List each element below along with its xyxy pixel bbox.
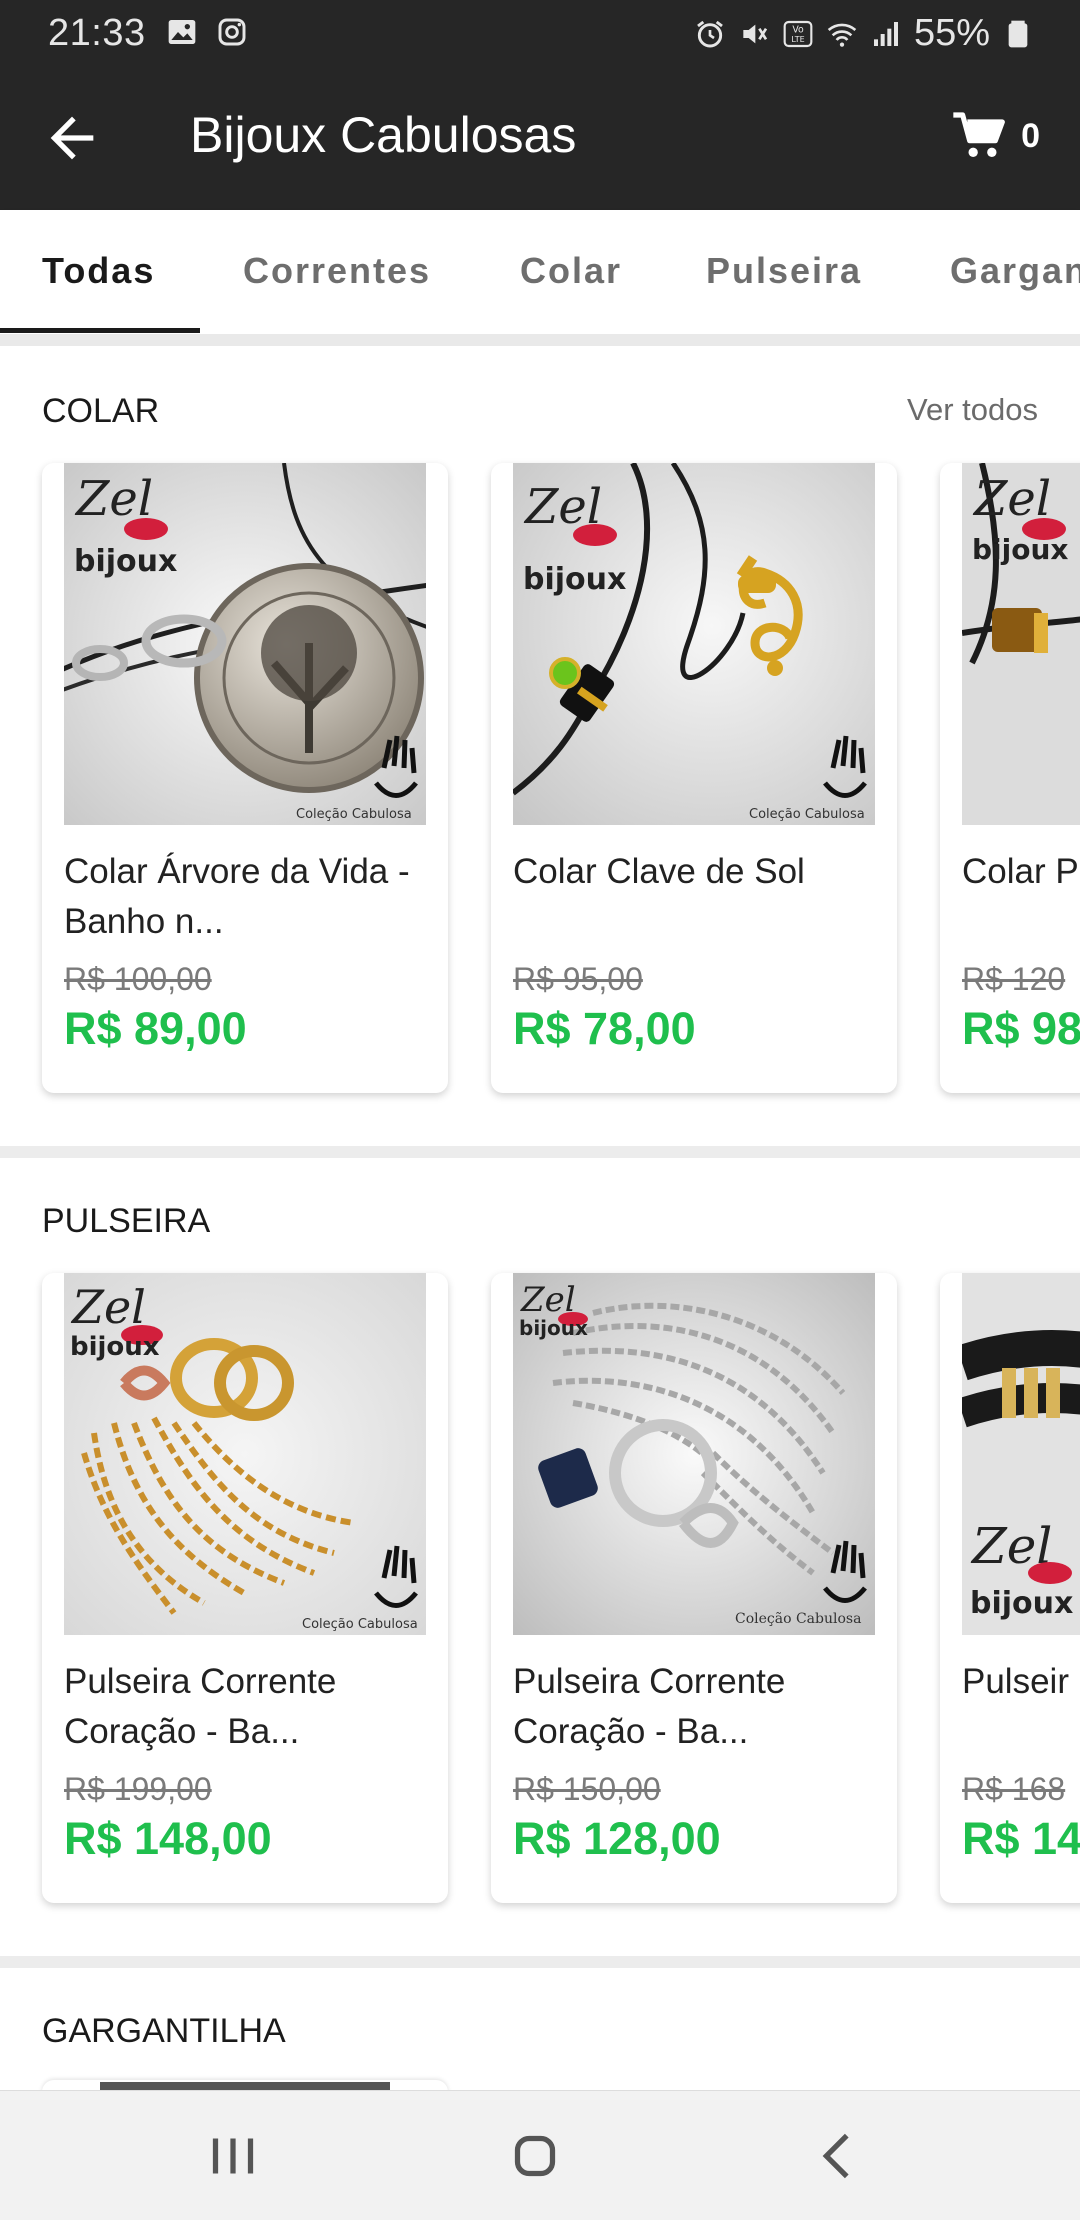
- battery-percent: 55%: [913, 12, 990, 54]
- product-price: R$ 128,00: [513, 1813, 721, 1864]
- app-bar: Bijoux Cabulosas 0: [0, 66, 1080, 210]
- status-right: Vo LTE 55%: [694, 12, 1034, 55]
- back-button[interactable]: [40, 106, 104, 170]
- tab-pulseira[interactable]: Pulseira: [706, 250, 862, 292]
- see-all-colar-link[interactable]: Ver todos: [907, 392, 1038, 428]
- status-bar: 21:33 Vo LTE 55%: [0, 0, 1080, 66]
- svg-text:bijoux: bijoux: [74, 544, 177, 579]
- product-image: Zel bijoux Coleção Cabulosa: [64, 463, 426, 825]
- product-image: Zel bijoux: [962, 1273, 1080, 1635]
- product-price: R$ 98: [962, 1003, 1080, 1054]
- signal-icon: [873, 21, 898, 46]
- alarm-icon: [697, 20, 723, 47]
- product-card[interactable]: Zel bijoux Coleção Cabulosa Pulseira Cor…: [491, 1273, 897, 1903]
- svg-text:Coleção Cabulosa: Coleção Cabulosa: [735, 1611, 861, 1627]
- svg-text:bijoux: bijoux: [70, 1332, 160, 1362]
- cart-button[interactable]: 0: [951, 108, 1040, 164]
- product-image: Zel bijoux Coleção Cabulosa: [513, 1273, 875, 1635]
- product-image: Zel bijoux Coleção Cabulosa: [513, 463, 875, 825]
- product-old-price: R$ 150,00: [513, 1771, 661, 1807]
- product-name: Colar Árvore da Vida - Banho n...: [64, 852, 410, 941]
- tab-todas[interactable]: Todas: [42, 250, 155, 292]
- cart-count: 0: [1021, 116, 1040, 155]
- volte-icon: VoLTE: [783, 20, 813, 47]
- svg-text:Coleção Cabulosa: Coleção Cabulosa: [302, 1617, 418, 1632]
- system-nav-bar: [0, 2090, 1080, 2220]
- product-card[interactable]: Zel bijoux Coleção Cabulosa Pulseira Cor…: [42, 1273, 448, 1903]
- product-name: Pulseir: [962, 1662, 1069, 1701]
- product-card[interactable]: Zel bijoux Coleção Cabulosa Colar Clave …: [491, 463, 897, 1093]
- product-image: Zel bijoux: [962, 463, 1080, 825]
- recents-icon[interactable]: [198, 2121, 268, 2191]
- status-left-icons: [166, 16, 248, 48]
- section-divider: [0, 1146, 1080, 1158]
- product-card[interactable]: Zel bijoux Colar P R$ 120 R$ 98: [940, 463, 1080, 1093]
- svg-text:bijoux: bijoux: [972, 533, 1068, 566]
- section-title-colar: COLAR: [42, 392, 160, 430]
- tabs-divider: [0, 334, 1080, 346]
- product-card[interactable]: Zel bijoux Pulseir R$ 168 R$ 14: [940, 1273, 1080, 1903]
- product-price: R$ 14: [962, 1813, 1080, 1864]
- gallery-icon: [168, 20, 196, 44]
- tab-correntes[interactable]: Correntes: [243, 250, 431, 292]
- product-image: Zel bijoux Coleção Cabulosa: [64, 1273, 426, 1635]
- svg-text:LTE: LTE: [791, 35, 804, 44]
- product-name: Colar Clave de Sol: [513, 852, 805, 891]
- product-old-price: R$ 100,00: [64, 961, 212, 997]
- product-name: Colar P: [962, 852, 1079, 891]
- nav-back-icon[interactable]: [803, 2121, 873, 2191]
- status-time: 21:33: [48, 12, 146, 54]
- product-price: R$ 78,00: [513, 1003, 696, 1054]
- product-old-price: R$ 168: [962, 1771, 1066, 1807]
- product-old-price: R$ 95,00: [513, 961, 643, 997]
- product-name: Pulseira Corrente Coração - Ba...: [64, 1662, 337, 1751]
- section-divider: [0, 1956, 1080, 1968]
- screen: 21:33 Vo LTE 55% Bijoux Cabulosas 0 Todas…: [0, 0, 1080, 2220]
- instagram-icon: [218, 18, 246, 46]
- home-icon[interactable]: [500, 2121, 570, 2191]
- svg-text:bijoux: bijoux: [970, 1586, 1073, 1621]
- product-old-price: R$ 120: [962, 961, 1066, 997]
- product-name: Pulseira Corrente Coração - Ba...: [513, 1662, 786, 1751]
- svg-text:Coleção Cabulosa: Coleção Cabulosa: [749, 807, 865, 822]
- svg-text:bijoux: bijoux: [519, 1316, 588, 1340]
- wifi-icon: [827, 23, 857, 47]
- section-title-pulseira: PULSEIRA: [42, 1202, 211, 1240]
- arrow-left-icon: [50, 116, 94, 160]
- battery-icon: [1008, 20, 1028, 47]
- tab-colar[interactable]: Colar: [520, 250, 622, 292]
- svg-text:bijoux: bijoux: [523, 562, 626, 597]
- category-tabs: Todas Correntes Colar Pulseira Gargan: [0, 210, 1080, 334]
- page-title: Bijoux Cabulosas: [190, 107, 577, 163]
- svg-text:Coleção Cabulosa: Coleção Cabulosa: [296, 807, 412, 822]
- mute-icon: [743, 24, 768, 43]
- product-old-price: R$ 199,00: [64, 1771, 212, 1807]
- section-title-gargantilha: GARGANTILHA: [42, 2012, 286, 2050]
- tab-gargantilha[interactable]: Gargan: [950, 250, 1080, 292]
- shopping-cart-icon: [953, 112, 1005, 157]
- product-price: R$ 148,00: [64, 1813, 272, 1864]
- product-price: R$ 89,00: [64, 1003, 247, 1054]
- tab-indicator: [0, 328, 200, 333]
- product-card[interactable]: Zel bijoux Coleção Cabulosa Colar Árvore…: [42, 463, 448, 1093]
